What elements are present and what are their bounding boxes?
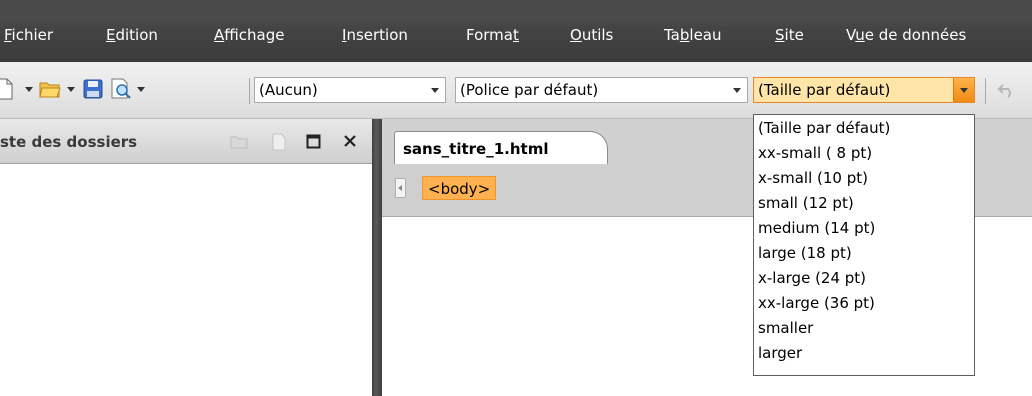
maximize-icon[interactable] — [306, 134, 321, 149]
size-option[interactable]: x-large (24 pt) — [758, 269, 866, 287]
size-option[interactable]: large (18 pt) — [758, 244, 852, 262]
menu-vue-post: e de données — [864, 26, 967, 44]
menu-affichage-post: ffichage — [224, 26, 285, 44]
size-option[interactable]: x-small (10 pt) — [758, 169, 868, 187]
menu-vue-de-donnees[interactable]: Vue de données — [846, 26, 966, 44]
menu-fichier-accel: F — [4, 26, 12, 44]
undo-icon[interactable] — [997, 82, 1015, 98]
page-icon[interactable] — [272, 133, 286, 151]
folders-panel-header: ste des dossiers — [0, 119, 372, 164]
size-combobox-value: (Taille par défaut) — [758, 81, 891, 99]
style-combobox[interactable]: (Aucun) — [254, 77, 446, 103]
size-option[interactable]: medium (14 pt) — [758, 219, 875, 237]
menu-site[interactable]: Site — [775, 26, 804, 44]
folders-panel-body — [0, 164, 372, 396]
menu-tableau[interactable]: Tableau — [664, 26, 722, 44]
new-dropdown-arrow[interactable] — [25, 87, 33, 92]
menu-insertion[interactable]: Insertion — [342, 26, 408, 44]
menu-outils-post: utils — [581, 26, 614, 44]
title-strip — [0, 0, 1032, 20]
panel-splitter[interactable] — [372, 119, 382, 396]
menu-site-post: ite — [784, 26, 804, 44]
open-dropdown-arrow[interactable] — [67, 87, 75, 92]
menu-edition[interactable]: Edition — [106, 26, 158, 44]
style-combobox-value: (Aucun) — [259, 81, 318, 99]
toolbar-separator — [249, 78, 250, 104]
save-icon[interactable] — [83, 79, 103, 99]
toolbar: (Aucun) (Police par défaut) (Taille par … — [0, 62, 1032, 119]
font-combobox-value: (Police par défaut) — [460, 81, 599, 99]
body-tag-button[interactable]: <body> — [422, 176, 497, 200]
chevron-down-icon[interactable] — [727, 78, 747, 102]
menu-tableau-accel: b — [679, 26, 690, 44]
size-option[interactable]: smaller — [758, 319, 813, 337]
menu-edition-post: dition — [115, 26, 158, 44]
menu-insertion-post: nsertion — [346, 26, 408, 44]
tab-label: sans_titre_1.html — [403, 140, 549, 158]
size-option[interactable]: larger — [758, 344, 802, 362]
menu-site-accel: S — [775, 26, 785, 44]
menu-tableau-post: leau — [689, 26, 722, 44]
size-option[interactable]: xx-small ( 8 pt) — [758, 144, 872, 162]
size-combobox[interactable]: (Taille par défaut) — [753, 77, 975, 103]
chevron-down-icon[interactable] — [953, 78, 974, 102]
size-option[interactable]: xx-large (36 pt) — [758, 294, 875, 312]
folders-panel-title: ste des dossiers — [0, 133, 138, 151]
size-dropdown-list: (Taille par défaut) xx-small ( 8 pt) x-s… — [753, 114, 975, 376]
menu-format[interactable]: Format — [466, 26, 519, 44]
menu-fichier-post: ichier — [11, 26, 54, 44]
menu-outils[interactable]: Outils — [570, 26, 613, 44]
preview-dropdown-arrow[interactable] — [137, 87, 145, 92]
menu-vue-pre: V — [846, 26, 856, 44]
menu-format-pre: Forma — [466, 26, 513, 44]
new-document-icon[interactable] — [0, 78, 14, 100]
menu-affichage[interactable]: Affichage — [214, 26, 284, 44]
menu-outils-accel: O — [570, 26, 582, 44]
toolbar-separator — [985, 78, 986, 104]
menu-affichage-accel: A — [214, 26, 225, 44]
tag-scroll-left-arrow-icon[interactable] — [395, 178, 406, 198]
open-folder-icon[interactable] — [39, 79, 61, 99]
menu-fichier[interactable]: Fichier — [4, 26, 53, 44]
close-icon[interactable] — [343, 134, 357, 148]
print-preview-icon[interactable] — [110, 78, 132, 100]
folder-icon[interactable] — [230, 135, 248, 149]
menu-tableau-pre: Ta — [664, 26, 680, 44]
chevron-down-icon[interactable] — [425, 78, 445, 102]
size-option[interactable]: small (12 pt) — [758, 194, 854, 212]
menu-bar: Fichier Edition Affichage Insertion Form… — [0, 0, 1032, 62]
menu-format-accel: t — [512, 26, 519, 44]
font-combobox[interactable]: (Police par défaut) — [455, 77, 748, 103]
menu-vue-accel: u — [855, 26, 865, 44]
size-option[interactable]: (Taille par défaut) — [758, 119, 890, 137]
tab-sans-titre-1[interactable]: sans_titre_1.html — [394, 131, 608, 164]
